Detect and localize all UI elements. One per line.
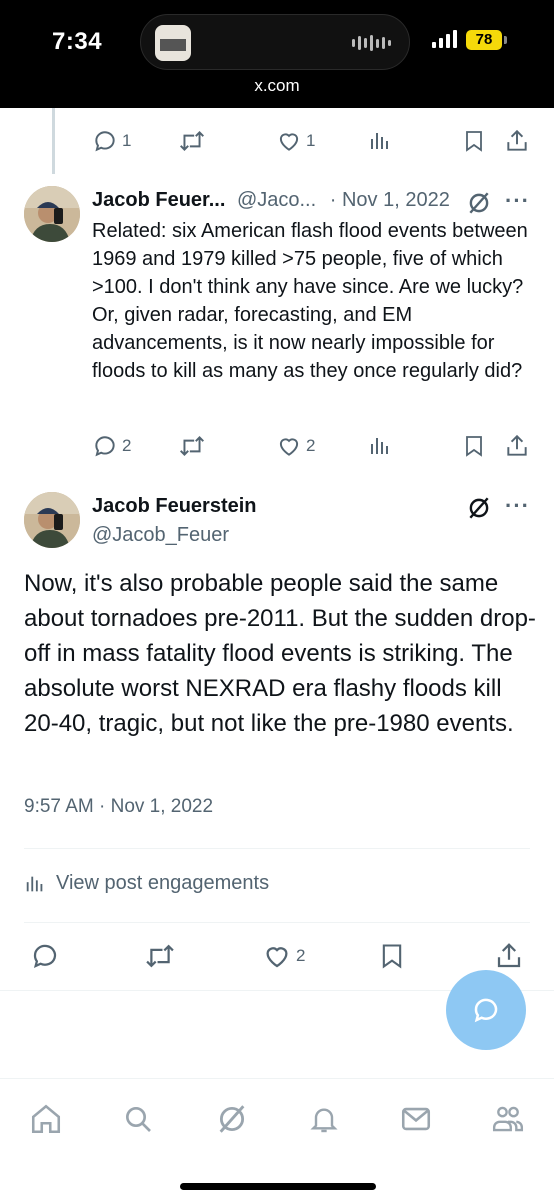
views-button[interactable] (368, 121, 392, 161)
view-engagements-link[interactable]: View post engagements (24, 872, 269, 895)
nav-home[interactable] (26, 1099, 66, 1139)
now-playing-thumbnail (155, 25, 191, 61)
nav-messages[interactable] (396, 1099, 436, 1139)
reply-icon (95, 436, 115, 457)
audio-wave-icon (352, 35, 391, 51)
previous-tweet-actions: 1 1 (0, 121, 554, 161)
repost-button[interactable] (178, 426, 206, 466)
dynamic-island[interactable] (140, 14, 410, 70)
reply-count: 2 (122, 436, 132, 455)
nav-notifications[interactable] (304, 1099, 344, 1139)
like-icon (279, 438, 299, 456)
like-button[interactable]: 1 (276, 121, 315, 161)
divider (24, 848, 530, 849)
share-button[interactable] (494, 936, 524, 976)
home-icon (31, 1104, 61, 1134)
compose-reply-button[interactable] (446, 970, 526, 1050)
repost-icon (180, 436, 204, 456)
share-icon (497, 943, 521, 968)
author-handle[interactable]: @Jacob_Feuer (92, 524, 257, 547)
reply-button[interactable]: 2 (92, 426, 131, 466)
more-icon[interactable]: ··· (505, 493, 530, 519)
search-icon (126, 1107, 151, 1132)
views-icon (26, 876, 43, 891)
like-count: 1 (306, 131, 316, 150)
tweet-date[interactable]: Nov 1, 2022 (342, 189, 450, 211)
like-count: 2 (306, 436, 316, 455)
share-icon (507, 129, 527, 151)
repost-icon (146, 944, 174, 968)
repost-button[interactable] (144, 936, 176, 976)
reply-tweet-actions: 2 2 (0, 426, 554, 466)
grok-icon (219, 1105, 245, 1133)
messages-icon (401, 1107, 431, 1131)
repost-button[interactable] (178, 121, 206, 161)
nav-grok[interactable] (212, 1099, 252, 1139)
grok-icon[interactable] (466, 495, 492, 521)
views-icon (371, 438, 388, 454)
reply-tweet-header: Jacob Feuer... @Jaco... · Nov 1, 2022 (92, 189, 450, 212)
author-name[interactable]: Jacob Feuer... (92, 189, 225, 211)
nav-search[interactable] (118, 1099, 158, 1139)
like-count: 2 (296, 946, 306, 965)
grok-icon[interactable] (466, 190, 492, 216)
views-button[interactable] (368, 426, 392, 466)
more-icon[interactable]: ··· (505, 188, 530, 214)
like-icon (279, 133, 299, 151)
author-name[interactable]: Jacob Feuerstein (92, 495, 257, 518)
reply-icon (33, 944, 57, 968)
divider (24, 922, 530, 923)
bookmark-button[interactable] (378, 936, 406, 976)
compose-reply-icon (474, 998, 498, 1023)
bookmark-icon (382, 944, 402, 969)
repost-icon (180, 131, 204, 151)
url-bar[interactable]: x.com (0, 76, 554, 96)
tweet-text: Related: six American flash flood events… (92, 220, 528, 382)
status-bar: 7:34 78 x.com (0, 0, 554, 108)
tweet-timestamp[interactable]: 9:57 AM · Nov 1, 2022 (24, 796, 213, 818)
share-button[interactable] (504, 121, 530, 161)
share-button[interactable] (504, 426, 530, 466)
bottom-nav (0, 1078, 554, 1200)
reply-button[interactable]: 1 (92, 121, 131, 161)
author-handle[interactable]: @Jaco... (237, 189, 316, 211)
nav-communities[interactable] (488, 1099, 528, 1139)
signal-icon (432, 30, 457, 48)
status-time: 7:34 (52, 28, 103, 55)
bookmark-icon (466, 131, 482, 152)
reply-count: 1 (122, 131, 132, 150)
share-icon (507, 434, 527, 456)
views-icon (371, 133, 388, 149)
avatar[interactable] (24, 186, 80, 242)
like-icon (266, 947, 288, 968)
notifications-icon (310, 1108, 338, 1133)
communities-icon (492, 1106, 524, 1132)
reply-button[interactable] (30, 936, 60, 976)
separator-dot: · (329, 189, 337, 211)
avatar-photo (24, 186, 80, 242)
home-indicator[interactable] (180, 1183, 376, 1190)
avatar-photo (24, 492, 80, 548)
like-button[interactable]: 2 (276, 426, 315, 466)
battery-icon: 78 (466, 30, 507, 50)
avatar[interactable] (24, 492, 80, 548)
reply-icon (95, 131, 115, 152)
main-tweet-actions: 2 (0, 936, 554, 976)
engagements-label: View post engagements (56, 872, 270, 894)
like-button[interactable]: 2 (262, 936, 305, 976)
bookmark-icon (466, 436, 482, 457)
bookmark-button[interactable] (462, 121, 486, 161)
bookmark-button[interactable] (462, 426, 486, 466)
main-tweet-text: Now, it's also probable people said the … (24, 570, 536, 737)
main-tweet-header: Jacob Feuerstein @Jacob_Feuer (92, 495, 257, 547)
